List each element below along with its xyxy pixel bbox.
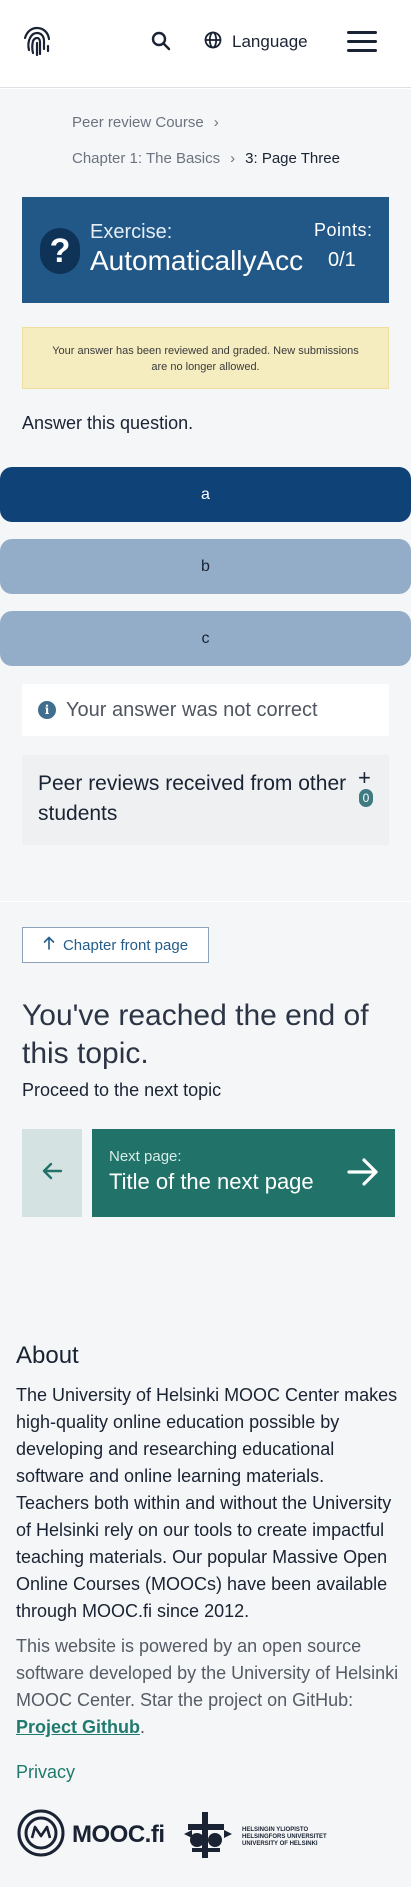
- privacy-link[interactable]: Privacy: [16, 1762, 75, 1783]
- result-text: Your answer was not correct: [66, 698, 318, 721]
- previous-page-button[interactable]: [22, 1129, 82, 1217]
- next-page-label: Next page:: [109, 1148, 182, 1165]
- mooc-logo-text: MOOC.fi: [72, 1821, 165, 1848]
- breadcrumb-chapter-row: Chapter 1: The Basics › 3: Page Three: [72, 150, 340, 167]
- uh-line-3: UNIVERSITY OF HELSINKI: [242, 1840, 318, 1847]
- points-value: 0/1: [328, 249, 356, 271]
- chapter-front-page-label: Chapter front page: [62, 936, 189, 954]
- exercise-title: AutomaticallyAcc: [90, 245, 304, 276]
- proceed-text: Proceed to the next topic: [22, 1080, 222, 1100]
- peer-reviews-label: Peer reviews received from other student…: [38, 772, 347, 825]
- breadcrumb: [0, 89, 411, 197]
- language-selector[interactable]: Language: [204, 30, 308, 54]
- about-text: The University of Helsinki MOOC Center m…: [16, 1385, 398, 1621]
- search-icon[interactable]: [151, 31, 171, 51]
- info-icon: i: [38, 701, 56, 719]
- globe-icon: [204, 31, 222, 54]
- project-github-link[interactable]: Project Github: [16, 1717, 140, 1737]
- mooc-fi-logo[interactable]: MOOC.fi: [16, 1808, 165, 1863]
- uh-logo-text: HELSINGIN YLIOPISTO HELSINGFORS UNIVERSI…: [242, 1827, 327, 1848]
- breadcrumb-course-link[interactable]: Peer review Course: [72, 114, 204, 131]
- fingerprint-logo-icon[interactable]: [20, 24, 54, 58]
- arrow-right-icon: [346, 1155, 380, 1189]
- breadcrumb-separator: ›: [213, 114, 219, 131]
- arrow-up-icon: [43, 936, 55, 954]
- mooc-emblem-icon: [16, 1808, 66, 1863]
- breadcrumb-chapter-link[interactable]: Chapter 1: The Basics: [72, 150, 220, 167]
- breadcrumb-course[interactable]: Peer review Course ›: [72, 114, 229, 131]
- language-label: Language: [232, 32, 308, 51]
- peer-reviews-panel[interactable]: Peer reviews received from other student…: [22, 755, 389, 845]
- menu-icon[interactable]: [347, 31, 377, 53]
- expand-plus-icon[interactable]: +: [358, 765, 371, 791]
- question-mark-icon: ?: [40, 228, 80, 274]
- exercise-header: ? Exercise: AutomaticallyAcc Points: 0/1: [22, 197, 389, 303]
- powered-by-period: .: [140, 1717, 146, 1737]
- uh-line-1: HELSINGIN YLIOPISTO: [242, 1826, 309, 1833]
- breadcrumb-separator: ›: [230, 150, 236, 167]
- breadcrumb-current-page: 3: Page Three: [245, 150, 340, 167]
- peer-reviews-count-badge: 0: [359, 789, 373, 807]
- option-a-button[interactable]: a: [0, 467, 411, 522]
- powered-by-sentence: This website is powered by an open sourc…: [16, 1636, 399, 1710]
- arrow-left-icon: [41, 1162, 63, 1185]
- university-of-helsinki-logo[interactable]: HELSINGIN YLIOPISTO HELSINGFORS UNIVERSI…: [182, 1810, 327, 1865]
- uh-line-2: HELSINGFORS UNIVERSITET: [242, 1833, 327, 1840]
- next-page-title: Title of the next page: [109, 1169, 314, 1194]
- graded-notice: Your answer has been reviewed and graded…: [22, 327, 389, 389]
- powered-by-text: This website is powered by an open sourc…: [16, 1633, 400, 1741]
- question-text: Answer this question.: [22, 413, 194, 433]
- option-c-button[interactable]: c: [0, 611, 411, 666]
- answer-result: i Your answer was not correct: [22, 684, 389, 736]
- about-title: About: [16, 1342, 79, 1369]
- exercise-label: Exercise:: [90, 221, 173, 243]
- end-of-topic-title: You've reached the end of this topic.: [22, 999, 369, 1070]
- chapter-front-page-button[interactable]: Chapter front page: [22, 927, 209, 963]
- next-page-button[interactable]: Next page: Title of the next page: [92, 1129, 395, 1217]
- option-b-button[interactable]: b: [0, 539, 411, 594]
- points-label: Points:: [314, 220, 373, 240]
- uh-emblem-icon: [182, 1810, 234, 1865]
